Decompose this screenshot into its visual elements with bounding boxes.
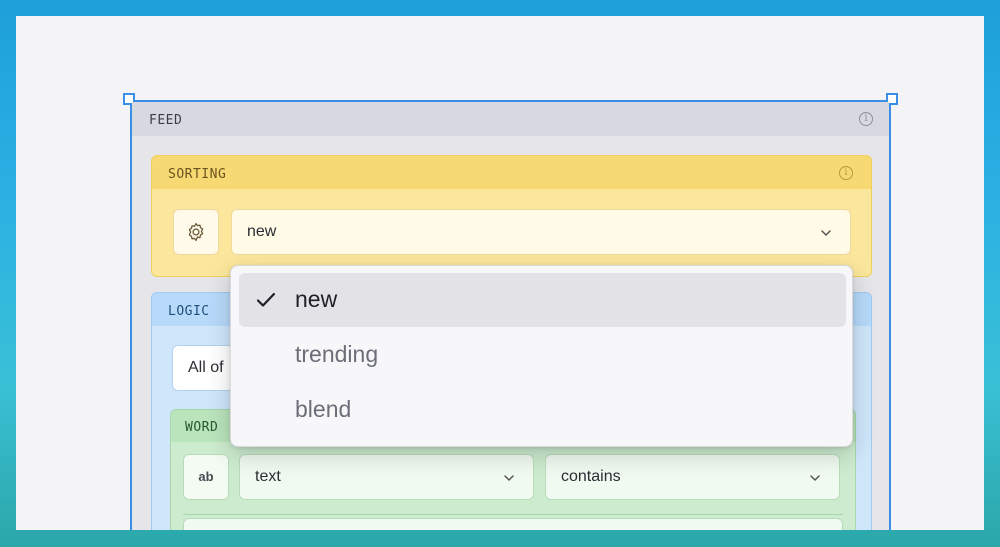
dropdown-option-label: new [295,286,338,312]
chevron-down-icon [504,475,514,481]
sorting-block: SORTING i new [151,155,872,277]
word-operator-value: contains [561,468,621,485]
dropdown-option-label: trending [295,341,379,367]
logic-title: LOGIC [168,304,210,319]
check-icon [256,292,276,307]
dropdown-option-label: blend [295,396,352,422]
canvas: FEED i SORTING i new LOGIC All of WORD a… [16,16,984,530]
text-type-button[interactable]: ab [183,454,229,500]
dropdown-option-trending[interactable]: trending [239,328,846,382]
sorting-title: SORTING [168,167,227,182]
sorting-select[interactable]: new [231,209,851,255]
info-icon[interactable]: i [839,166,853,180]
word-field-value: text [255,468,281,485]
chevron-down-icon [810,475,820,481]
feed-title: FEED [149,113,183,128]
word-title: WORD [185,420,219,435]
gear-icon [188,222,204,242]
word-operator-select[interactable]: contains [545,454,840,500]
sorting-select-value: new [247,223,277,240]
info-icon[interactable]: i [859,112,873,126]
sorting-dropdown-menu: new trending blend [230,265,853,447]
feed-header: FEED i [132,102,889,136]
sorting-header: SORTING i [152,156,871,189]
sorting-settings-button[interactable] [173,209,219,255]
dropdown-option-blend[interactable]: blend [239,383,846,437]
divider [183,514,843,515]
chevron-down-icon [821,230,831,236]
word-field-select[interactable]: text [239,454,534,500]
dropdown-option-new[interactable]: new [239,273,846,327]
word-value-input[interactable] [183,518,843,530]
